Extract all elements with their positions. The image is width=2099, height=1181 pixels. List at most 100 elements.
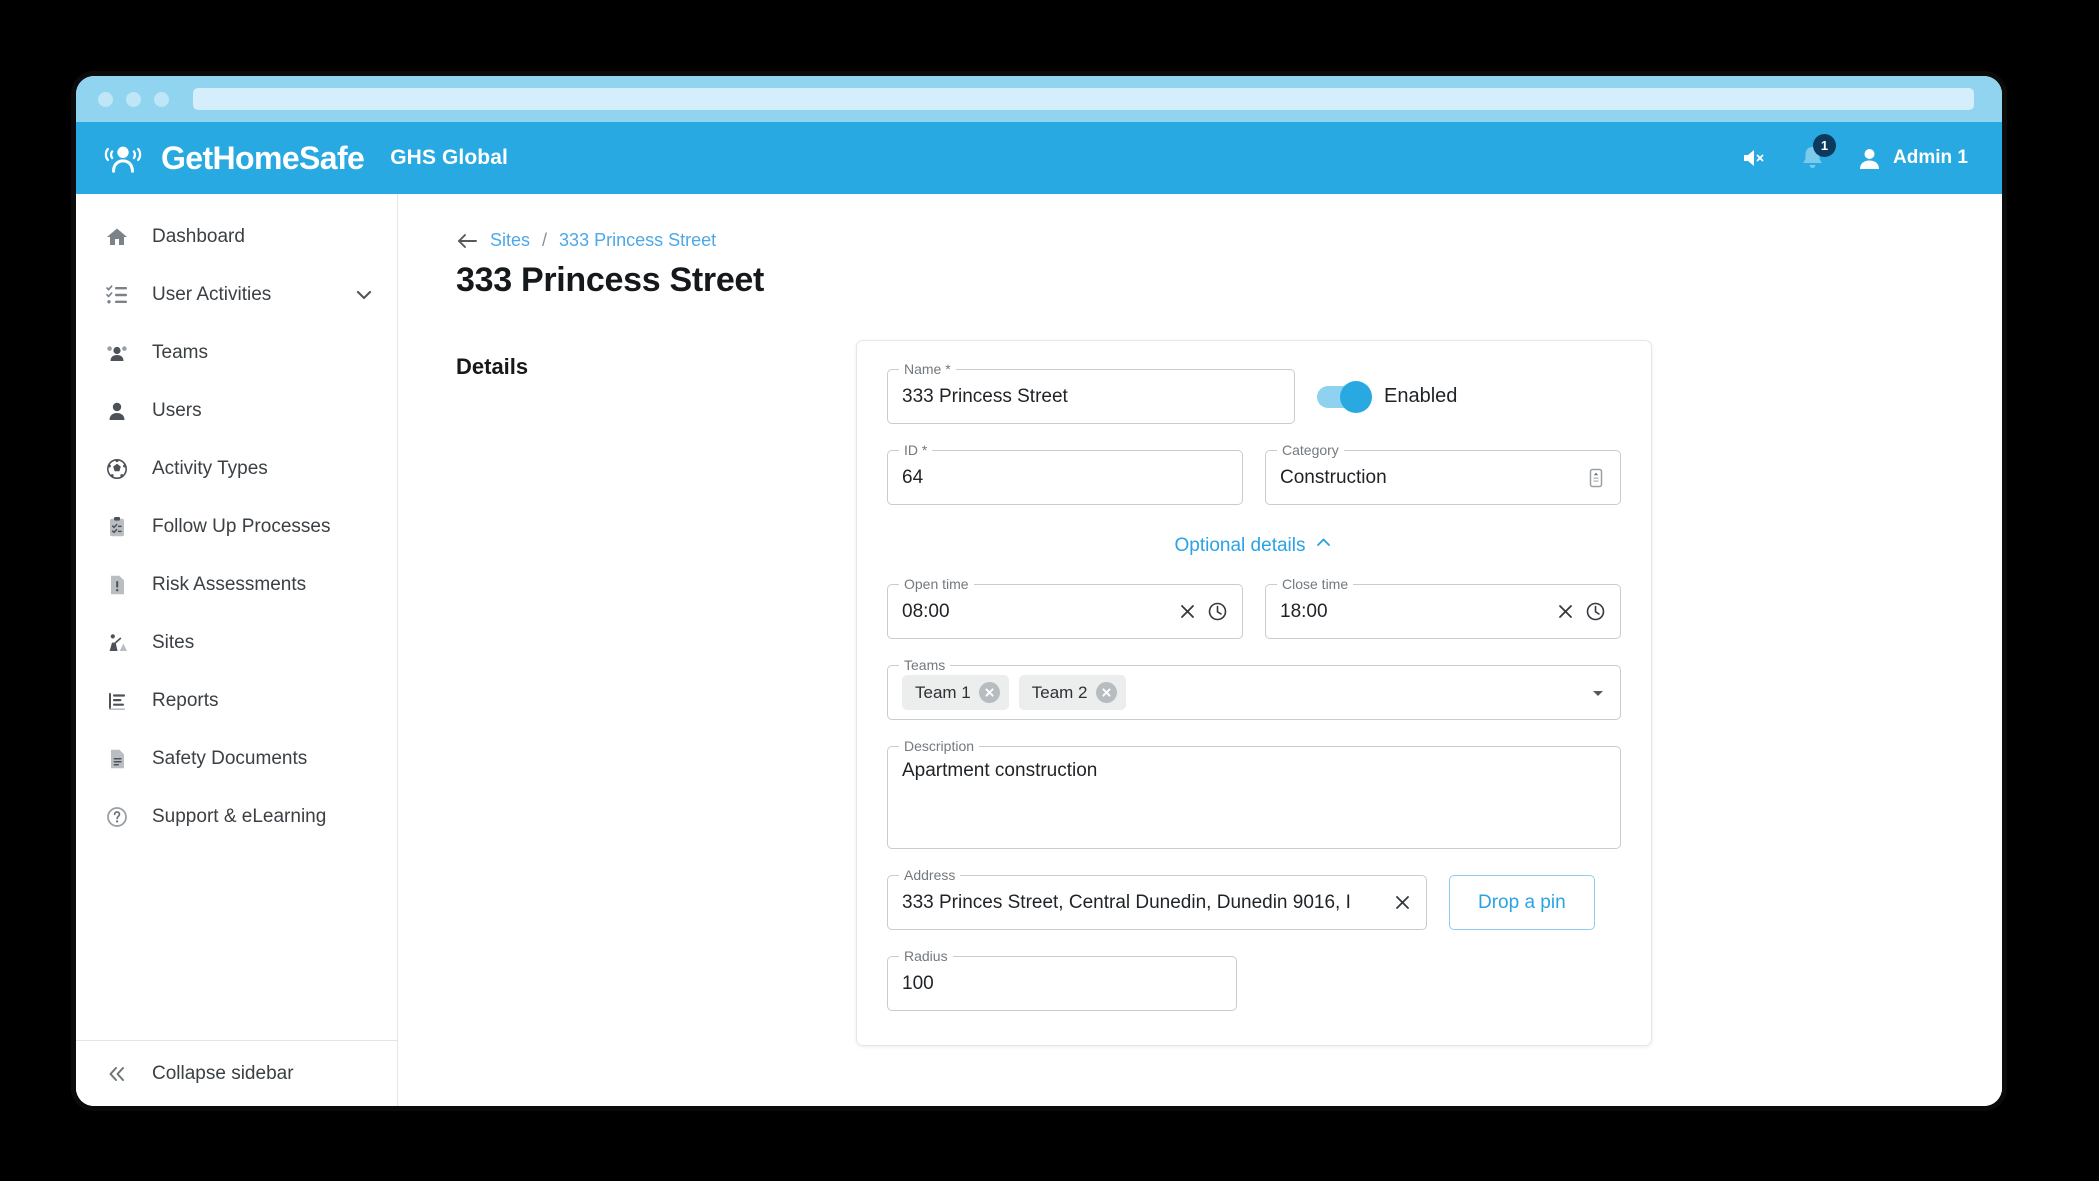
sidebar-item-follow-up-processes[interactable]: Follow Up Processes bbox=[76, 498, 397, 556]
maximize-window-dot[interactable] bbox=[154, 91, 169, 107]
sidebar-item-teams[interactable]: Teams bbox=[76, 324, 397, 382]
teams-field[interactable]: Teams Team 1 Team 2 bbox=[887, 657, 1621, 720]
name-field[interactable]: Name * 333 Princess Street bbox=[887, 361, 1295, 424]
team-chip[interactable]: Team 1 bbox=[902, 675, 1009, 710]
sidebar-item-label: Reports bbox=[152, 690, 219, 711]
open-time-label: Open time bbox=[899, 576, 974, 592]
category-field-label: Category bbox=[1277, 442, 1344, 458]
tenant-name: GHS Global bbox=[390, 146, 508, 169]
sidebar: Dashboard User Activities Teams Users Ac… bbox=[76, 194, 398, 1106]
team-chip[interactable]: Team 2 bbox=[1018, 675, 1126, 710]
document-alert-icon bbox=[102, 573, 132, 597]
address-bar[interactable] bbox=[193, 88, 1974, 110]
close-time-clear-icon[interactable] bbox=[1556, 602, 1575, 621]
optional-details-toggle[interactable]: Optional details bbox=[887, 533, 1621, 558]
category-tag-icon[interactable] bbox=[1586, 467, 1606, 489]
address-field-label: Address bbox=[899, 867, 961, 883]
chevron-down-icon[interactable] bbox=[353, 284, 375, 306]
radius-row: Radius 100 bbox=[887, 948, 1621, 1011]
app-header: GetHomeSafe GHS Global 1 Admin 1 bbox=[76, 122, 2002, 194]
main-content: Sites / 333 Princess Street 333 Princess… bbox=[398, 194, 2002, 1106]
close-time-value: 18:00 bbox=[1280, 600, 1328, 622]
radius-field-label: Radius bbox=[899, 948, 953, 964]
sidebar-item-safety-documents[interactable]: Safety Documents bbox=[76, 730, 397, 788]
notifications-button[interactable]: 1 bbox=[1800, 133, 1837, 172]
sidebar-item-label: Sites bbox=[152, 632, 195, 653]
report-bars-icon bbox=[102, 689, 132, 713]
name-field-wrapper: Name * 333 Princess Street bbox=[887, 361, 1295, 424]
id-field[interactable]: ID * 64 bbox=[887, 442, 1243, 505]
sidebar-item-risk-assessments[interactable]: Risk Assessments bbox=[76, 556, 397, 614]
document-lines-icon bbox=[102, 747, 132, 771]
enabled-toggle-label: Enabled bbox=[1384, 385, 1458, 407]
sidebar-item-dashboard[interactable]: Dashboard bbox=[76, 208, 397, 266]
sidebar-item-activity-types[interactable]: Activity Types bbox=[76, 440, 397, 498]
open-time-field[interactable]: Open time 08:00 bbox=[887, 576, 1243, 639]
radius-wrapper: Radius 100 bbox=[887, 948, 1237, 1011]
breadcrumb-separator: / bbox=[542, 230, 548, 250]
description-field-value: Apartment construction bbox=[902, 760, 1098, 781]
section-label-details: Details bbox=[456, 354, 529, 379]
close-time-clock-icon[interactable] bbox=[1585, 601, 1606, 622]
id-field-label: ID * bbox=[899, 442, 933, 458]
details-card: Name * 333 Princess Street Enabled ID * … bbox=[856, 340, 1652, 1046]
ball-icon bbox=[102, 457, 132, 481]
id-field-value: 64 bbox=[902, 466, 924, 488]
window-controls bbox=[98, 91, 169, 107]
sidebar-item-users[interactable]: Users bbox=[76, 382, 397, 440]
name-toggle-row: Name * 333 Princess Street Enabled bbox=[887, 361, 1621, 424]
person-icon bbox=[102, 399, 132, 423]
address-clear-icon[interactable] bbox=[1393, 893, 1412, 912]
sidebar-item-label: Support & eLearning bbox=[152, 806, 327, 827]
teams-dropdown-caret-icon[interactable] bbox=[1590, 685, 1606, 701]
sidebar-item-label: Users bbox=[152, 400, 202, 421]
enabled-toggle[interactable]: Enabled bbox=[1317, 380, 1458, 413]
category-field[interactable]: Category Construction bbox=[1265, 442, 1621, 505]
address-row: Address 333 Princes Street, Central Dune… bbox=[887, 867, 1621, 930]
close-window-dot[interactable] bbox=[98, 91, 113, 107]
brand-wordmark: GetHomeSafe bbox=[161, 139, 365, 176]
breadcrumb-parent-link[interactable]: Sites bbox=[490, 230, 530, 251]
page-title: 333 Princess Street bbox=[456, 261, 765, 299]
address-field[interactable]: Address 333 Princes Street, Central Dune… bbox=[887, 867, 1427, 930]
sidebar-item-reports[interactable]: Reports bbox=[76, 672, 397, 730]
description-row: Description Apartment construction bbox=[887, 738, 1621, 849]
back-button[interactable] bbox=[456, 232, 478, 250]
sidebar-item-label: Dashboard bbox=[152, 226, 245, 247]
minimize-window-dot[interactable] bbox=[126, 91, 141, 107]
person-icon bbox=[1860, 148, 1880, 169]
sidebar-item-user-activities[interactable]: User Activities bbox=[76, 266, 397, 324]
sidebar-item-label: Follow Up Processes bbox=[152, 516, 331, 537]
breadcrumb-current-link[interactable]: 333 Princess Street bbox=[559, 230, 716, 251]
remove-team-chip-icon[interactable] bbox=[978, 682, 1000, 703]
id-field-wrapper: ID * 64 bbox=[887, 442, 1243, 505]
double-chevron-left-icon bbox=[102, 1062, 132, 1086]
clipboard-check-icon bbox=[102, 515, 132, 539]
mute-button[interactable] bbox=[1742, 147, 1768, 169]
remove-team-chip-icon[interactable] bbox=[1095, 682, 1117, 703]
user-menu[interactable]: Admin 1 bbox=[1857, 146, 1968, 171]
sidebar-item-label: User Activities bbox=[152, 284, 272, 305]
teams-row: Teams Team 1 Team 2 bbox=[887, 657, 1621, 720]
radius-field[interactable]: Radius 100 bbox=[887, 948, 1237, 1011]
brand-logo[interactable]: GetHomeSafe bbox=[102, 139, 365, 177]
open-time-clear-icon[interactable] bbox=[1178, 602, 1197, 621]
collapse-sidebar-button[interactable]: Collapse sidebar bbox=[76, 1040, 397, 1106]
sidebar-item-label: Safety Documents bbox=[152, 748, 308, 769]
sidebar-item-sites[interactable]: Sites bbox=[76, 614, 397, 672]
description-wrapper: Description Apartment construction bbox=[887, 738, 1621, 849]
close-time-field[interactable]: Close time 18:00 bbox=[1265, 576, 1621, 639]
id-category-row: ID * 64 Category Construction bbox=[887, 442, 1621, 505]
notification-badge: 1 bbox=[1813, 133, 1837, 157]
toggle-knob bbox=[1340, 380, 1372, 413]
open-time-clock-icon[interactable] bbox=[1207, 601, 1228, 622]
name-field-value: 333 Princess Street bbox=[902, 385, 1068, 407]
drop-a-pin-button[interactable]: Drop a pin bbox=[1449, 875, 1595, 930]
sidebar-item-support-elearning[interactable]: Support & eLearning bbox=[76, 788, 397, 846]
user-name-label: Admin 1 bbox=[1893, 147, 1968, 168]
radius-field-value: 100 bbox=[902, 972, 934, 994]
sidebar-item-label: Risk Assessments bbox=[152, 574, 307, 595]
description-field[interactable]: Description Apartment construction bbox=[887, 738, 1621, 849]
construction-icon bbox=[102, 631, 132, 655]
breadcrumb: Sites / 333 Princess Street bbox=[456, 230, 1956, 251]
